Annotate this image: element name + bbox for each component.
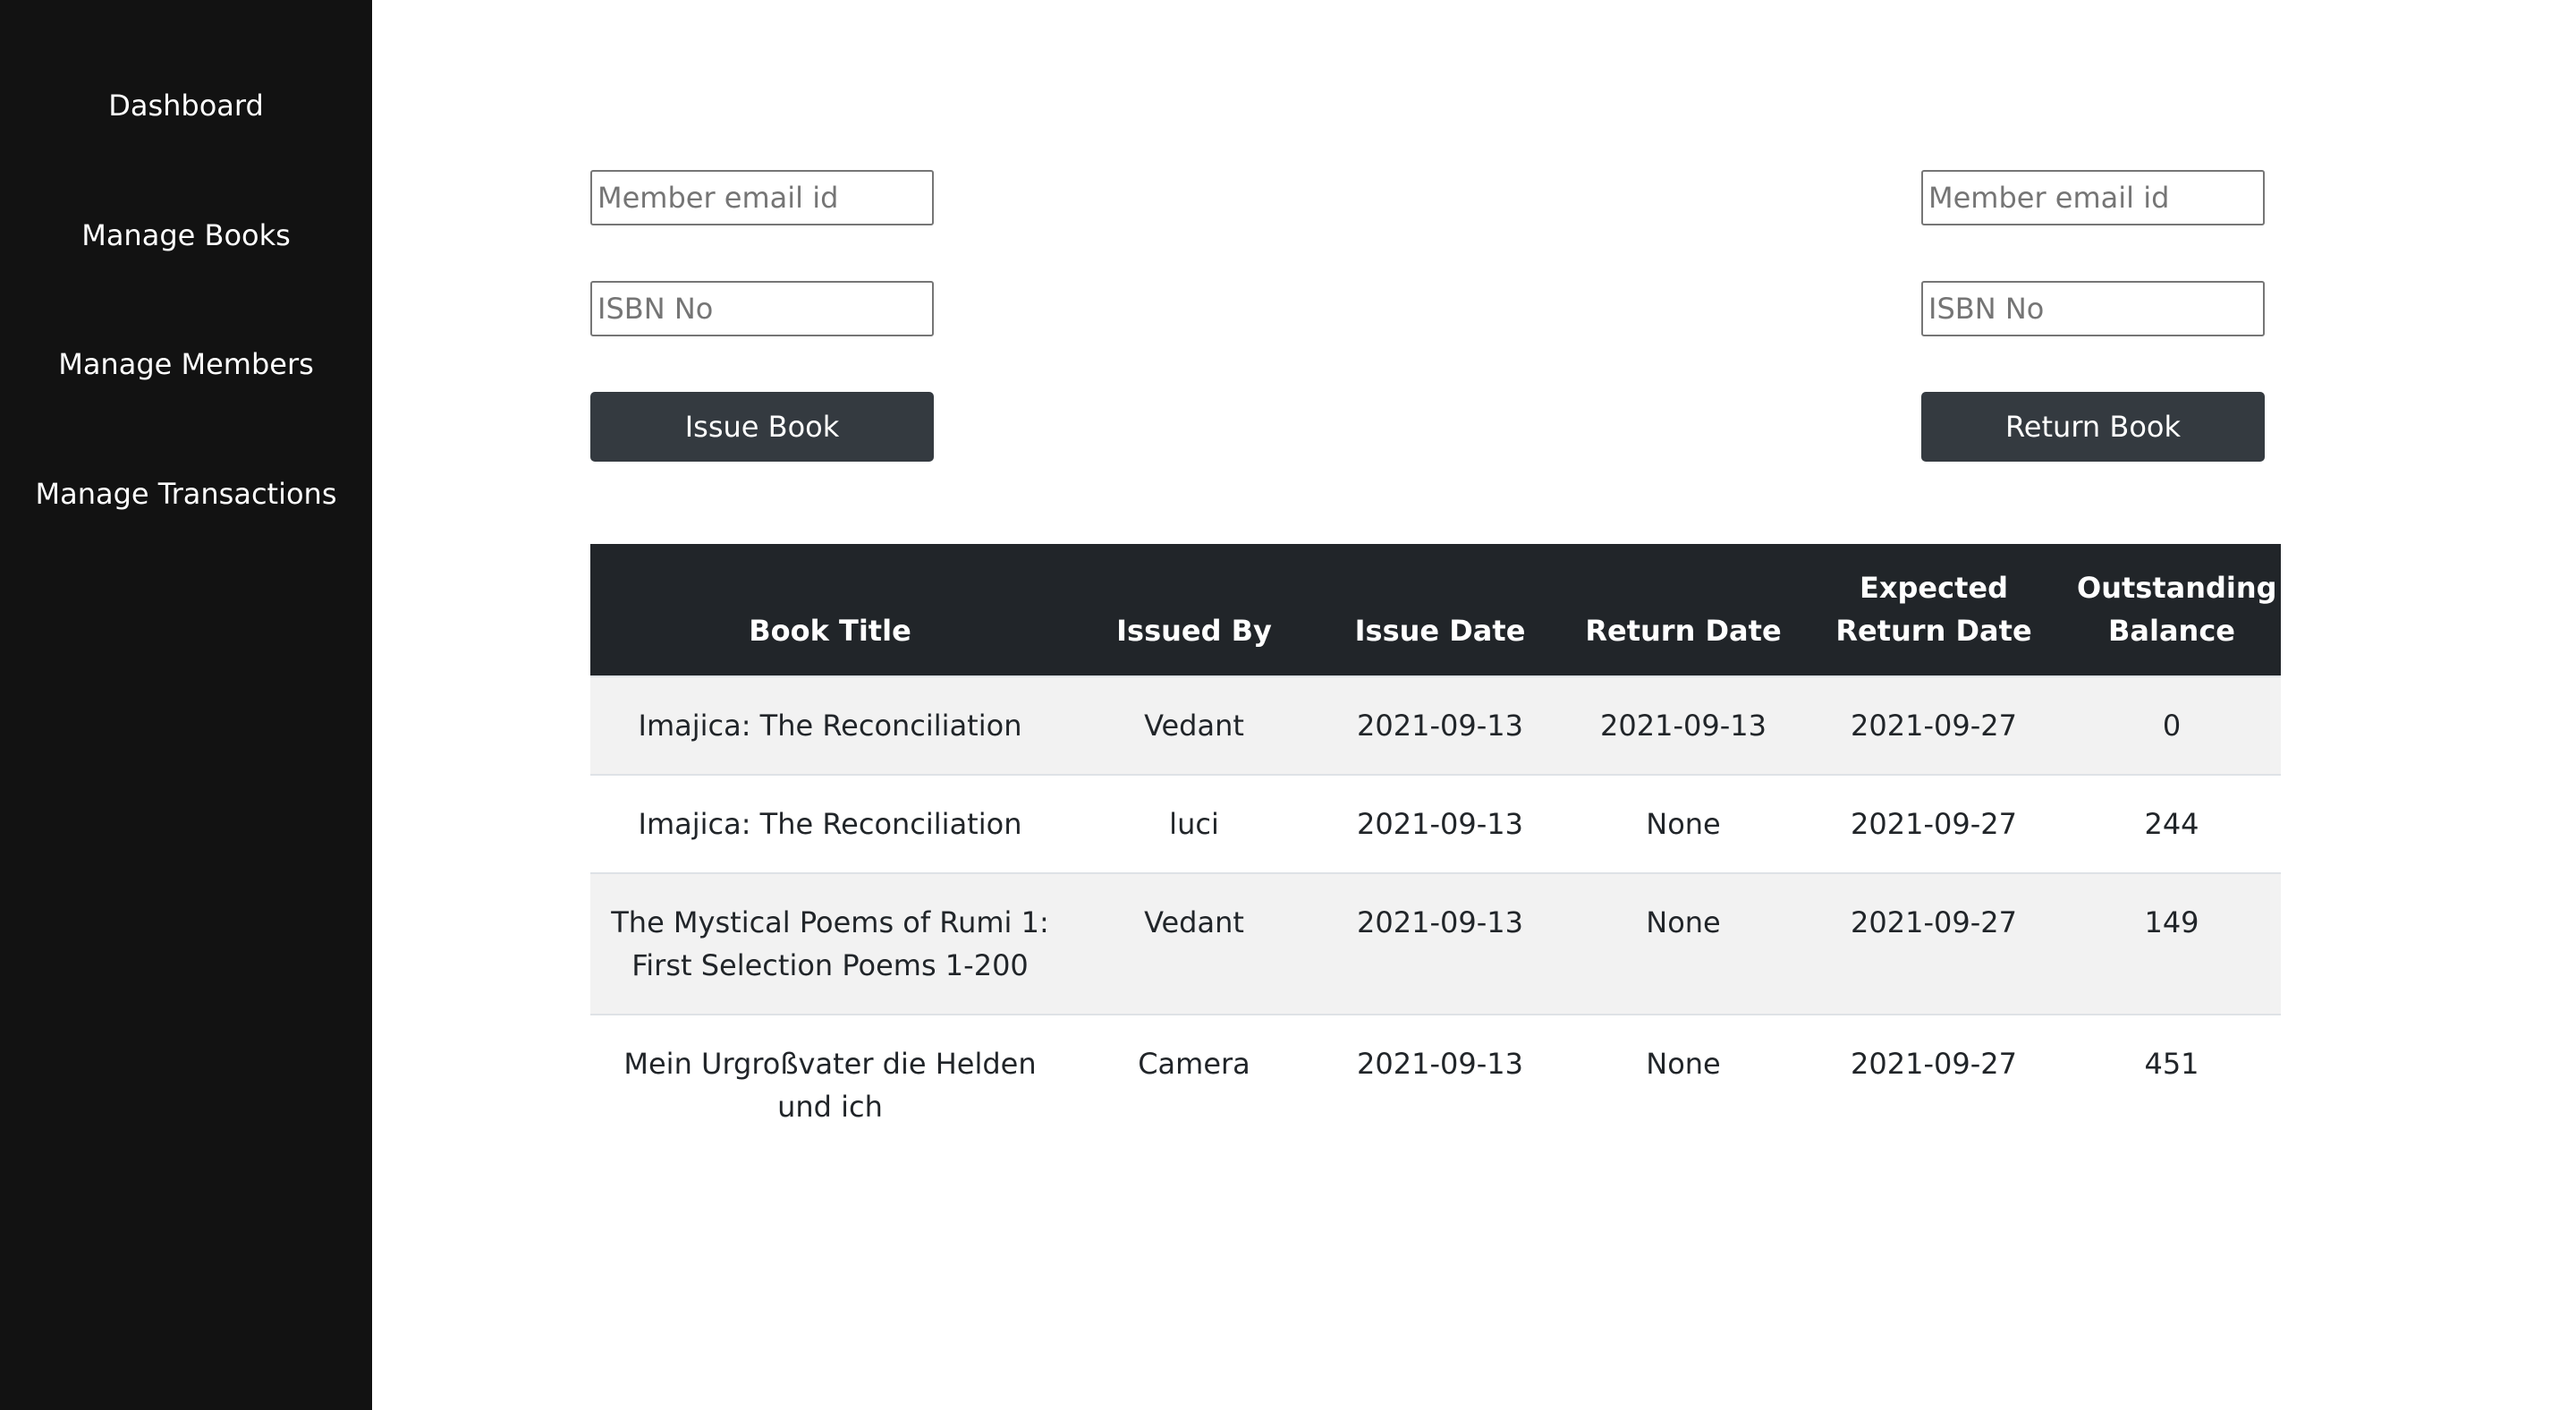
table-row: Mein Urgroßvater die Helden und ich Came…: [590, 1014, 2281, 1155]
cell-issued-by: luci: [1070, 774, 1318, 873]
cell-return-date: None: [1562, 1014, 1805, 1155]
transactions-table: Book Title Issued By Issue Date Return D…: [590, 544, 2281, 1155]
cell-expected-return-date: 2021-09-27: [1805, 872, 2063, 1015]
column-header-book-title: Book Title: [590, 544, 1070, 676]
issue-book-button[interactable]: Issue Book: [590, 392, 934, 462]
cell-expected-return-date: 2021-09-27: [1805, 1014, 2063, 1155]
cell-issue-date: 2021-09-13: [1318, 774, 1562, 873]
cell-return-date: None: [1562, 774, 1805, 873]
column-header-outstanding-balance: Outstanding Balance: [2063, 544, 2281, 676]
issue-isbn-input[interactable]: [590, 281, 934, 336]
table-row: The Mystical Poems of Rumi 1: First Sele…: [590, 872, 2281, 1015]
cell-outstanding-balance: 451: [2063, 1014, 2281, 1155]
cell-book-title: Mein Urgroßvater die Helden und ich: [590, 1014, 1070, 1155]
table-header: Book Title Issued By Issue Date Return D…: [590, 544, 2281, 676]
table-row: Imajica: The Reconciliation luci 2021-09…: [590, 774, 2281, 873]
cell-issued-by: Camera: [1070, 1014, 1318, 1155]
cell-outstanding-balance: 0: [2063, 675, 2281, 775]
table-header-row: Book Title Issued By Issue Date Return D…: [590, 544, 2281, 676]
sidebar-item-manage-members[interactable]: Manage Members: [0, 328, 372, 400]
cell-return-date: 2021-09-13: [1562, 675, 1805, 775]
cell-issued-by: Vedant: [1070, 675, 1318, 775]
cell-issue-date: 2021-09-13: [1318, 675, 1562, 775]
cell-issue-date: 2021-09-13: [1318, 1014, 1562, 1155]
column-header-issue-date: Issue Date: [1318, 544, 1562, 676]
cell-outstanding-balance: 149: [2063, 872, 2281, 1015]
column-header-return-date: Return Date: [1562, 544, 1805, 676]
issue-member-email-input[interactable]: [590, 170, 934, 225]
column-header-expected-return-date: Expected Return Date: [1805, 544, 2063, 676]
table-body: Imajica: The Reconciliation Vedant 2021-…: [590, 675, 2281, 1155]
return-member-email-input[interactable]: [1921, 170, 2265, 225]
sidebar-item-dashboard[interactable]: Dashboard: [0, 70, 372, 141]
cell-book-title: Imajica: The Reconciliation: [590, 675, 1070, 775]
cell-return-date: None: [1562, 872, 1805, 1015]
return-book-button[interactable]: Return Book: [1921, 392, 2265, 462]
cell-expected-return-date: 2021-09-27: [1805, 675, 2063, 775]
sidebar-item-manage-books[interactable]: Manage Books: [0, 200, 372, 271]
cell-issue-date: 2021-09-13: [1318, 872, 1562, 1015]
cell-book-title: Imajica: The Reconciliation: [590, 774, 1070, 873]
cell-book-title: The Mystical Poems of Rumi 1: First Sele…: [590, 872, 1070, 1015]
table-row: Imajica: The Reconciliation Vedant 2021-…: [590, 675, 2281, 775]
cell-outstanding-balance: 244: [2063, 774, 2281, 873]
cell-issued-by: Vedant: [1070, 872, 1318, 1015]
cell-expected-return-date: 2021-09-27: [1805, 774, 2063, 873]
main-content: Issue Book Return Book Book Title Issued…: [372, 0, 2576, 1410]
return-isbn-input[interactable]: [1921, 281, 2265, 336]
sidebar: Dashboard Manage Books Manage Members Ma…: [0, 0, 372, 1410]
column-header-issued-by: Issued By: [1070, 544, 1318, 676]
sidebar-item-manage-transactions[interactable]: Manage Transactions: [0, 458, 372, 530]
